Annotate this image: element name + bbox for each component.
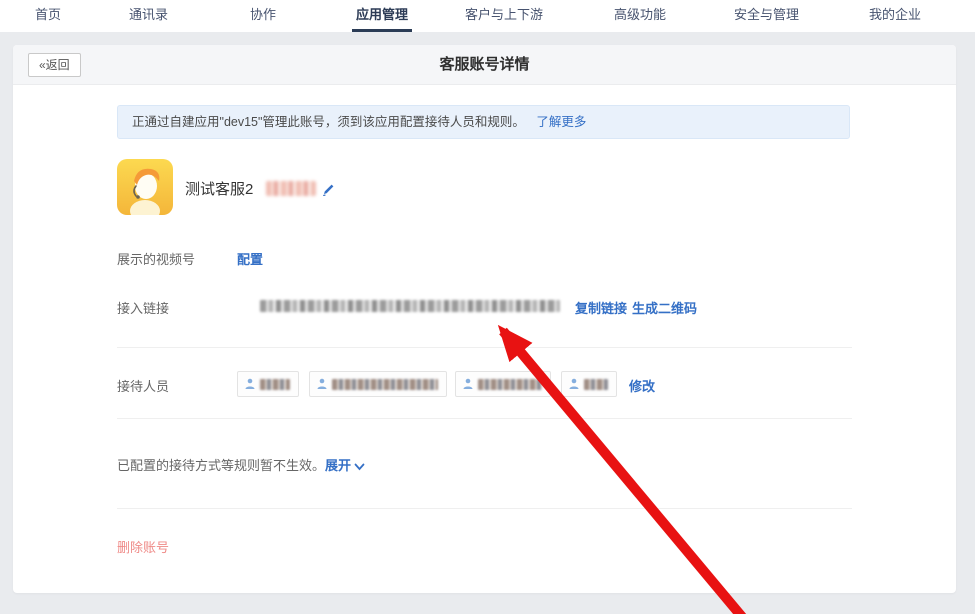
info-banner: 正通过自建应用"dev15"管理此账号，须到该应用配置接待人员和规则。 了解更多 [117,105,850,139]
page-title: 客服账号详情 [13,45,956,85]
modify-staff-link[interactable]: 修改 [629,376,655,395]
reception-staff-label: 接待人员 [117,376,169,395]
detail-panel: 客服账号详情 «返回 正通过自建应用"dev15"管理此账号，须到该应用配置接待… [13,45,956,593]
rules-text: 已配置的接待方式等规则暂不生效。 [117,458,325,473]
reception-member-tag [237,371,299,397]
customer-service-avatar-icon [117,159,173,215]
redacted-member-name [584,379,608,390]
nav-tab-advanced[interactable]: 高级功能 [614,0,666,32]
divider [117,508,852,509]
account-name: 测试客服2 [185,178,253,199]
redacted-account-name-suffix [266,181,316,196]
nav-tab-my-company[interactable]: 我的企业 [869,0,921,32]
redacted-member-name [478,379,542,390]
copy-link-button[interactable]: 复制链接 [575,298,627,317]
nav-tab-security[interactable]: 安全与管理 [734,0,799,32]
delete-account-link[interactable]: 删除账号 [117,537,169,556]
person-icon [317,378,327,390]
configure-video-link[interactable]: 配置 [237,249,263,268]
back-button[interactable]: «返回 [28,53,81,77]
nav-tab-customers[interactable]: 客户与上下游 [465,0,543,32]
reception-member-tag [455,371,551,397]
nav-tab-home[interactable]: 首页 [35,0,61,32]
nav-tab-contacts[interactable]: 通讯录 [129,0,168,32]
divider [117,347,852,348]
info-banner-text: 正通过自建应用"dev15"管理此账号，须到该应用配置接待人员和规则。 [132,115,525,129]
nav-tab-collaborate[interactable]: 协作 [250,0,276,32]
top-navigation: 首页 通讯录 协作 应用管理 客户与上下游 高级功能 安全与管理 我的企业 [0,0,975,32]
person-icon [463,378,473,390]
panel-header: 客服账号详情 «返回 [13,45,956,85]
access-link-label: 接入链接 [117,298,169,317]
divider [117,418,852,419]
redacted-member-name [332,379,438,390]
person-icon [245,378,255,390]
generate-qr-link[interactable]: 生成二维码 [632,298,697,317]
video-account-label: 展示的视频号 [117,249,195,268]
redacted-access-url [260,300,560,312]
account-avatar [117,159,173,215]
person-icon [569,378,579,390]
redacted-member-name [260,379,290,390]
edit-name-icon[interactable] [322,183,335,196]
chevron-down-icon[interactable] [354,463,365,471]
expand-link[interactable]: 展开 [325,458,351,473]
reception-member-tag [561,371,617,397]
rules-status-text: 已配置的接待方式等规则暂不生效。展开 [117,455,365,474]
learn-more-link[interactable]: 了解更多 [536,115,586,129]
nav-tab-app-management[interactable]: 应用管理 [356,0,408,32]
reception-member-tag [309,371,447,397]
page: 首页 通讯录 协作 应用管理 客户与上下游 高级功能 安全与管理 我的企业 客服… [0,0,975,614]
